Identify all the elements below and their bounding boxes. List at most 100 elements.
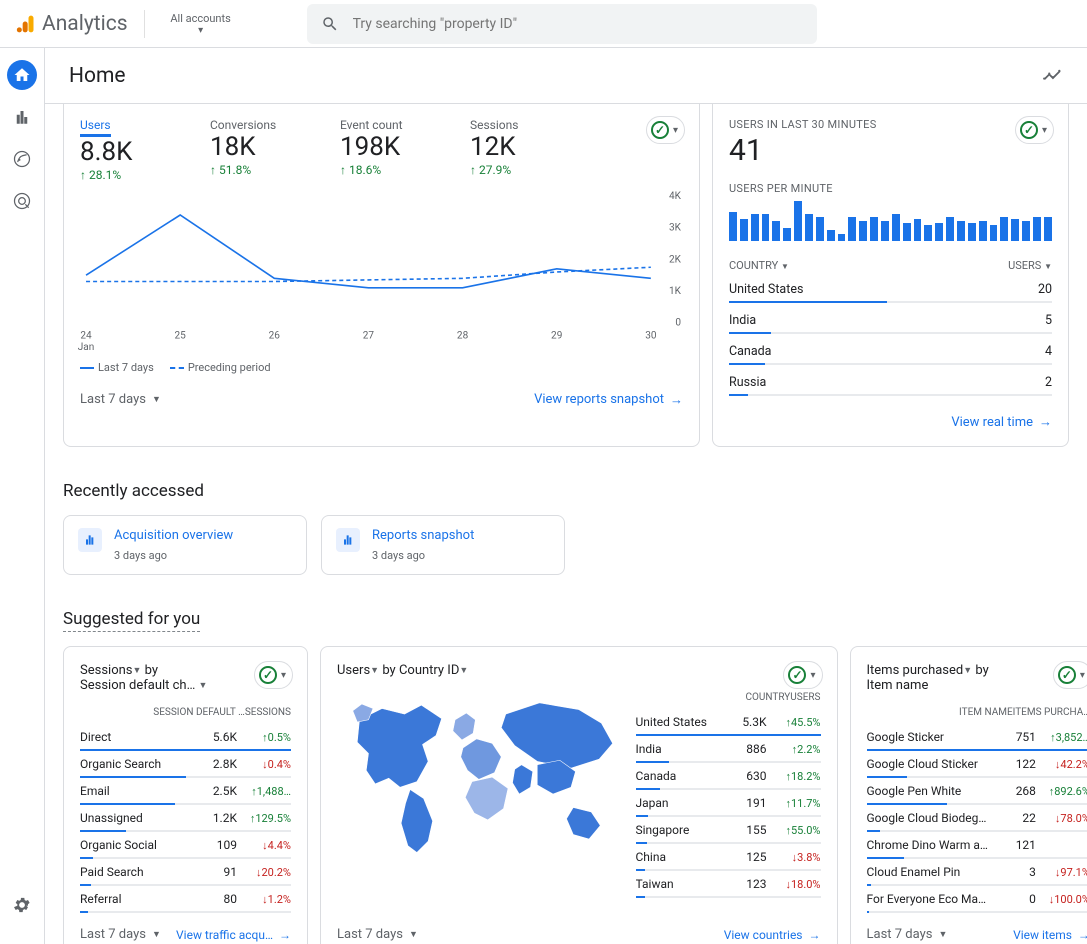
users-header-dropdown[interactable]: USERS ▼ [1008,259,1052,272]
caret-down-icon: ▾ [281,670,286,681]
table-header-dim: ITEM NAME [867,707,1013,718]
data-quality-pill[interactable]: ✓▾ [1053,661,1087,689]
table-row: Chrome Dino Warm a…121- [867,832,1087,854]
metrics-row: Users8.8K↑ 28.1% Conversions18K↑ 51.8% E… [80,118,683,182]
table-row: Unassigned1.2K↑129.5% [80,805,291,827]
svg-text:Jan: Jan [78,342,95,353]
svg-text:3K: 3K [669,223,682,234]
dimension-dropdown[interactable]: Item name [867,678,929,693]
overview-chart: 01K2K3K4K24252627282930Jan [80,192,683,353]
arrow-right-icon: → [809,928,821,942]
table-row: Google Cloud Sticker122↓42.2% [867,751,1087,773]
metric-users-value: 8.8K [80,137,170,168]
view-countries-link[interactable]: View countries → [724,928,821,942]
nav-item-explore[interactable] [7,144,37,174]
metric-conversions-tab[interactable]: Conversions [210,118,300,132]
svg-text:1K: 1K [669,286,682,297]
insights-icon[interactable] [1041,63,1063,89]
table-row: Organic Search2.8K↓0.4% [80,751,291,773]
svg-text:24: 24 [80,331,92,342]
view-reports-snapshot-link[interactable]: View reports snapshot → [534,392,683,408]
range-dropdown[interactable]: Last 7 days ▼ [867,927,948,942]
table-row: Japan191↑11.7% [636,790,821,812]
metric-conversions-value: 18K [210,132,300,163]
upm-sparkbar [729,201,1052,241]
caret-down-icon: ▼ [938,929,947,940]
caret-down-icon: ▾ [673,125,678,136]
data-quality-pill[interactable]: ✓▾ [254,661,293,689]
svg-text:26: 26 [269,331,281,342]
arrow-right-icon: → [670,392,683,408]
range-dropdown[interactable]: Last 7 days ▼ [337,927,418,942]
upm-label: USERS PER MINUTE [729,182,1052,195]
metric-dropdown[interactable]: Items purchased▼ [867,663,973,678]
check-icon: ✓ [1058,666,1076,684]
metric-dropdown[interactable]: Sessions▼ [80,663,141,678]
table-header-dim: SESSION DEFAULT … [80,707,245,718]
data-quality-pill[interactable]: ✓▾ [1015,116,1054,144]
table-row: For Everyone Eco Ma…0↓100.0% [867,886,1087,908]
recent-title: Reports snapshot [372,528,474,543]
caret-down-icon: ▾ [198,25,203,36]
card-users-by-country: ✓▾ Users▼ by Country ID▼ [320,646,838,944]
recent-card[interactable]: Acquisition overview3 days ago [63,515,307,575]
nav-item-home[interactable] [7,60,37,90]
caret-down-icon: ▼ [409,929,418,940]
metric-dropdown[interactable]: Users▼ [337,663,379,678]
nav-item-reports[interactable] [7,102,37,132]
realtime-heading: USERS IN LAST 30 MINUTES [729,118,1052,131]
country-header-dropdown[interactable]: COUNTRY ▼ [729,259,789,272]
logo-group[interactable]: Analytics [16,12,128,36]
metric-eventcount-value: 198K [340,132,430,163]
chart-legend: Last 7 days Preceding period [80,361,683,374]
search-input[interactable] [351,15,803,33]
realtime-card: ✓▾ USERS IN LAST 30 MINUTES 41 USERS PER… [712,104,1069,447]
metric-users-tab[interactable]: Users [80,118,111,137]
range-dropdown[interactable]: Last 7 days ▼ [80,927,161,942]
svg-text:29: 29 [551,331,562,342]
table-row: Google Cloud Biodeg…22↓78.0% [867,805,1087,827]
metric-conversions-change: ↑ 51.8% [210,163,300,177]
dimension-dropdown[interactable]: Session default ch… ▼ [80,678,207,693]
svg-text:27: 27 [363,331,375,342]
sidenav [0,48,44,944]
account-picker[interactable]: All accounts ▾ [161,12,241,36]
data-quality-pill[interactable]: ✓▾ [783,661,822,689]
table-row: Google Pen White268↑892.6% [867,778,1087,800]
arrow-right-icon: → [279,928,291,942]
realtime-value: 41 [729,133,1052,168]
section-suggested: Suggested for you [63,609,1069,632]
table-row: Canada630↑18.2% [636,763,821,785]
table-row: Email2.5K↑1,488… [80,778,291,800]
metric-users-change: ↑ 28.1% [80,168,170,182]
section-recently: Recently accessed [63,481,1069,501]
search-field[interactable] [307,4,817,44]
range-dropdown[interactable]: Last 7 days ▼ [80,392,161,407]
check-icon: ✓ [788,666,806,684]
nav-item-advertising[interactable] [7,186,37,216]
arrow-right-icon: → [1078,928,1087,942]
table-header-val: ITEMS PURCHA… [1013,707,1087,718]
table-row: Taiwan123↓18.0% [636,871,821,893]
overview-card: ✓▾ Users8.8K↑ 28.1% Conversions18K↑ 51.8… [63,104,700,447]
check-icon: ✓ [259,666,277,684]
view-items-link[interactable]: View items → [1013,928,1087,942]
view-realtime-link[interactable]: View real time → [951,414,1052,430]
recent-card[interactable]: Reports snapshot3 days ago [321,515,565,575]
table-row: India5 [729,303,1052,328]
metric-sessions-tab[interactable]: Sessions [470,118,560,132]
dimension-dropdown[interactable]: Country ID▼ [399,663,468,678]
page-header: Home [45,48,1087,104]
nav-item-admin[interactable] [7,890,37,920]
table-header-val: SESSIONS [245,707,291,718]
view-traffic-link[interactable]: View traffic acqu… → [176,928,291,942]
data-quality-pill[interactable]: ✓▾ [646,116,685,144]
metric-eventcount-tab[interactable]: Event count [340,118,430,132]
report-icon [336,528,360,552]
table-row: India886↑2.2% [636,736,821,758]
table-header-val: USERS [790,692,820,703]
card-items-purchased: ✓▾ Items purchased▼ byItem name ITEM NAM… [850,646,1087,944]
check-icon: ✓ [651,121,669,139]
caret-down-icon: ▼ [152,394,161,405]
topbar: Analytics All accounts ▾ [0,0,1087,48]
